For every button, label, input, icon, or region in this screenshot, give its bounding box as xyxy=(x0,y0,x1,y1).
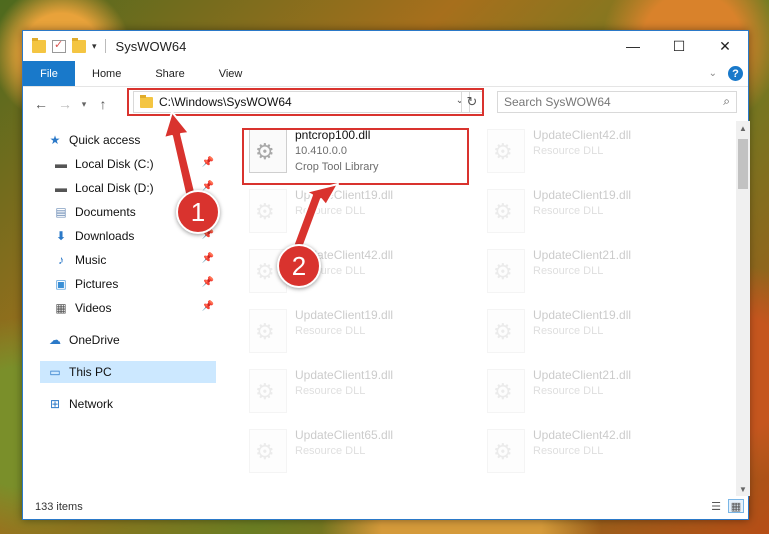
arrow-1 xyxy=(163,111,198,203)
arrow-2 xyxy=(291,183,339,254)
step-1-badge: 1 xyxy=(176,190,220,234)
annotation-arrows xyxy=(163,111,339,254)
step-2-badge: 2 xyxy=(277,244,321,288)
